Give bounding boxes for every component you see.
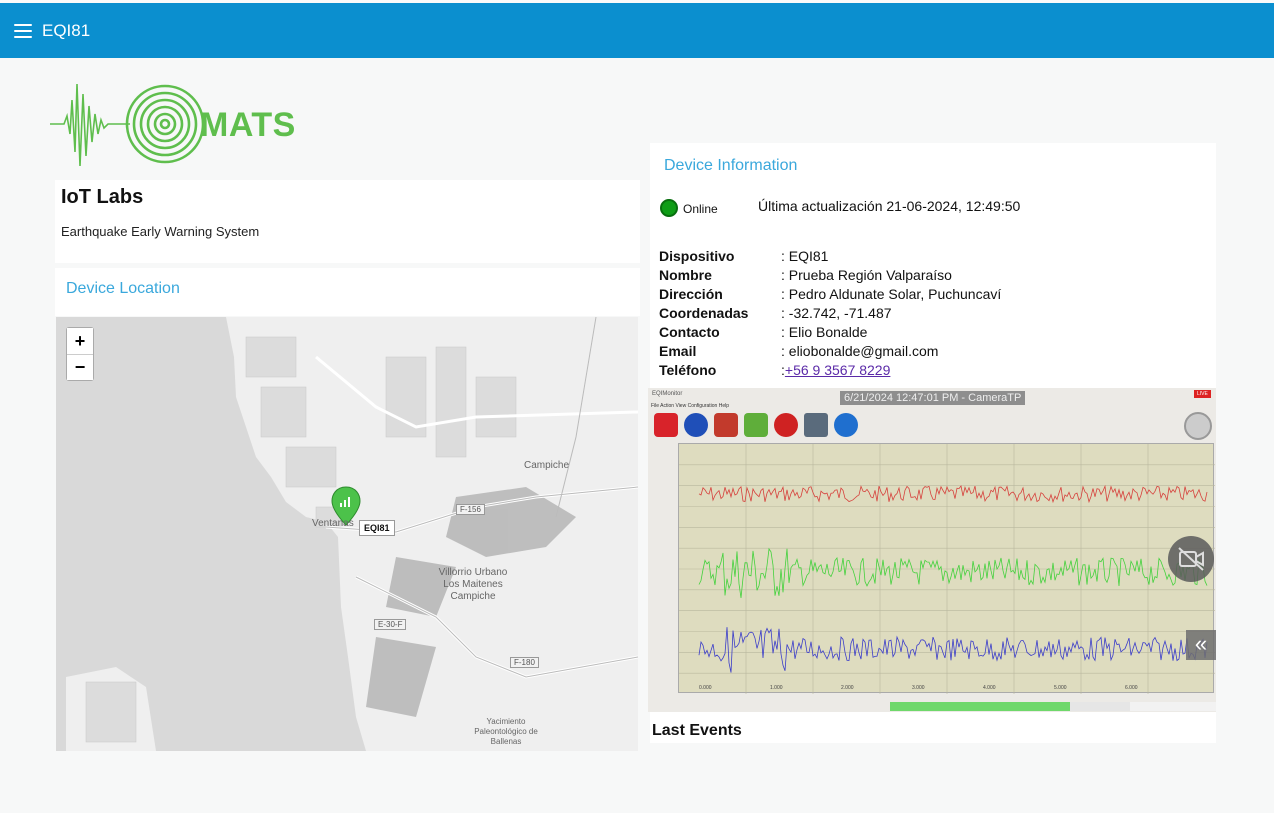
camera-off-icon[interactable] [1168, 536, 1214, 582]
detail-row: Nombre: Prueba Región Valparaíso [659, 267, 952, 283]
gauge-icon [1184, 412, 1212, 440]
seismogram-tick-label: 4.000 [983, 685, 996, 691]
camera-timestamp: 6/21/2024 12:47:01 PM - CameraTP [840, 391, 1026, 405]
stop-icon [774, 413, 798, 437]
seismogram-tick-label: 6.000 [1125, 685, 1138, 691]
last-update-text: Última actualización 21-06-2024, 12:49:5… [758, 198, 1021, 214]
map-label-campiche: Campiche [524, 460, 570, 471]
zoom-in-button[interactable]: + [67, 328, 93, 354]
online-status-icon [660, 199, 678, 217]
last-events-title: Last Events [652, 722, 742, 739]
seismogram-tick-label: 1.000 [770, 685, 783, 691]
camera-stream[interactable]: EQIMonitor LIVE 6/21/2024 12:47:01 PM - … [648, 388, 1216, 712]
seismogram-tick-label: 0.000 [699, 685, 712, 691]
camera-menu-bar: File Action View Configuration Help [651, 403, 730, 409]
marker-tooltip: EQI81 [359, 520, 395, 536]
seismogram-trace [698, 547, 1208, 598]
map-label-ventanas: Ventanas [312, 518, 354, 529]
camera-status-bar [890, 702, 1216, 711]
info-icon [834, 413, 858, 437]
road-label-f180: F-180 [510, 657, 539, 668]
pause-icon [684, 413, 708, 437]
online-status-text: Online [683, 202, 718, 216]
detail-row: Dispositivo: EQI81 [659, 248, 829, 264]
seismogram-plot: 0.000 1.000 2.000 3.000 4.000 5.000 6.000 [678, 443, 1215, 694]
seismogram-tick-label: 2.000 [841, 685, 854, 691]
zoom-out-button[interactable]: − [67, 354, 93, 380]
seismogram-tick-label: 5.000 [1054, 685, 1067, 691]
seismogram-tick-label: 3.000 [912, 685, 925, 691]
live-badge: LIVE [1194, 390, 1211, 398]
detail-row: Dirección: Pedro Aldunate Solar, Puchunc… [659, 286, 1002, 302]
org-card: IoT Labs Earthquake Early Warning System [55, 180, 640, 263]
zoom-control: + − [66, 327, 94, 381]
org-subtitle: Earthquake Early Warning System [61, 224, 260, 239]
alarm-icon [714, 413, 738, 437]
map-tiles [66, 317, 638, 751]
location-title: Device Location [66, 280, 180, 297]
detail-row: Contacto: Elio Bonalde [659, 324, 868, 340]
monitor-icon [804, 413, 828, 437]
app-bar: EQI81 [0, 0, 1274, 58]
org-title: IoT Labs [61, 186, 144, 208]
detail-row: Coordenadas: -32.742, -71.487 [659, 305, 892, 321]
phone-link[interactable]: +56 9 3567 8229 [785, 361, 891, 380]
logo-text: MATS [200, 106, 296, 144]
hamburger-menu-icon[interactable] [14, 23, 32, 38]
seismo-toolbar [654, 413, 858, 437]
map-label-yacimiento: Yacimiento Paleontológico de Ballenas [474, 717, 538, 746]
road-label-e30f: E-30-F [374, 619, 407, 630]
app-title: EQI81 [42, 20, 91, 40]
device-details: Dispositivo: EQI81 Nombre: Prueba Región… [659, 247, 1001, 380]
seismogram-trace [698, 627, 1208, 673]
location-card: Device Location [55, 268, 640, 316]
detail-row: Email: eliobonalde@gmail.com [659, 343, 939, 359]
device-map[interactable]: + − Campiche Ventanas Villorrio Urbano L… [56, 317, 638, 751]
download-icon [744, 413, 768, 437]
power-icon [654, 413, 678, 437]
road-label-f156: F-156 [456, 504, 485, 515]
collapse-chevron-icon[interactable]: « [1186, 630, 1216, 660]
detail-row-phone: Teléfono: +56 9 3567 8229 [659, 361, 891, 380]
device-info-title: Device Information [664, 157, 798, 174]
seismogram-svg [679, 444, 1215, 694]
map-label-villorrio: Villorrio Urbano Los Maitenes Campiche [438, 567, 508, 602]
seismogram-trace [698, 484, 1208, 504]
